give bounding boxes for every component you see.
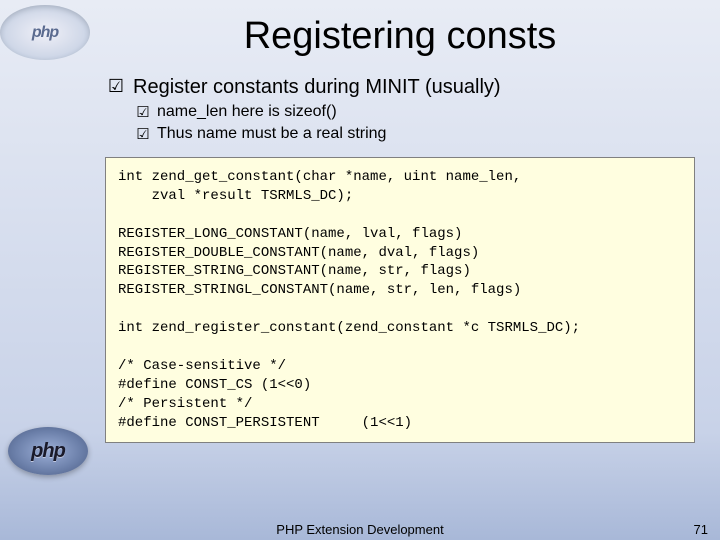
bullet-sub-2: ☑ Thus name must be a real string — [105, 125, 695, 143]
code-block: int zend_get_constant(char *name, uint n… — [105, 157, 695, 443]
check-icon: ☑ — [105, 76, 127, 97]
bullet-sub-2-text: Thus name must be a real string — [153, 125, 386, 143]
page-number: 71 — [694, 522, 708, 537]
slide-title: Registering consts — [105, 15, 695, 58]
php-logo-small: php — [0, 5, 90, 60]
php-logo-text-large: php — [31, 440, 65, 463]
footer-label: PHP Extension Development — [276, 522, 443, 537]
bullet-sub-1-text: name_len here is sizeof() — [153, 103, 337, 121]
bullet-main-text: Register constants during MINIT (usually… — [127, 76, 501, 99]
slide-content: Registering consts ☑ Register constants … — [90, 0, 720, 443]
slide-footer: PHP Extension Development 71 — [0, 522, 720, 537]
bullet-main: ☑ Register constants during MINIT (usual… — [105, 76, 695, 99]
sidebar: php php — [0, 0, 90, 540]
check-icon: ☑ — [133, 103, 153, 121]
php-logo-large: php — [8, 427, 88, 475]
php-logo-text: php — [32, 24, 58, 42]
check-icon: ☑ — [133, 125, 153, 143]
bullet-sub-1: ☑ name_len here is sizeof() — [105, 103, 695, 121]
